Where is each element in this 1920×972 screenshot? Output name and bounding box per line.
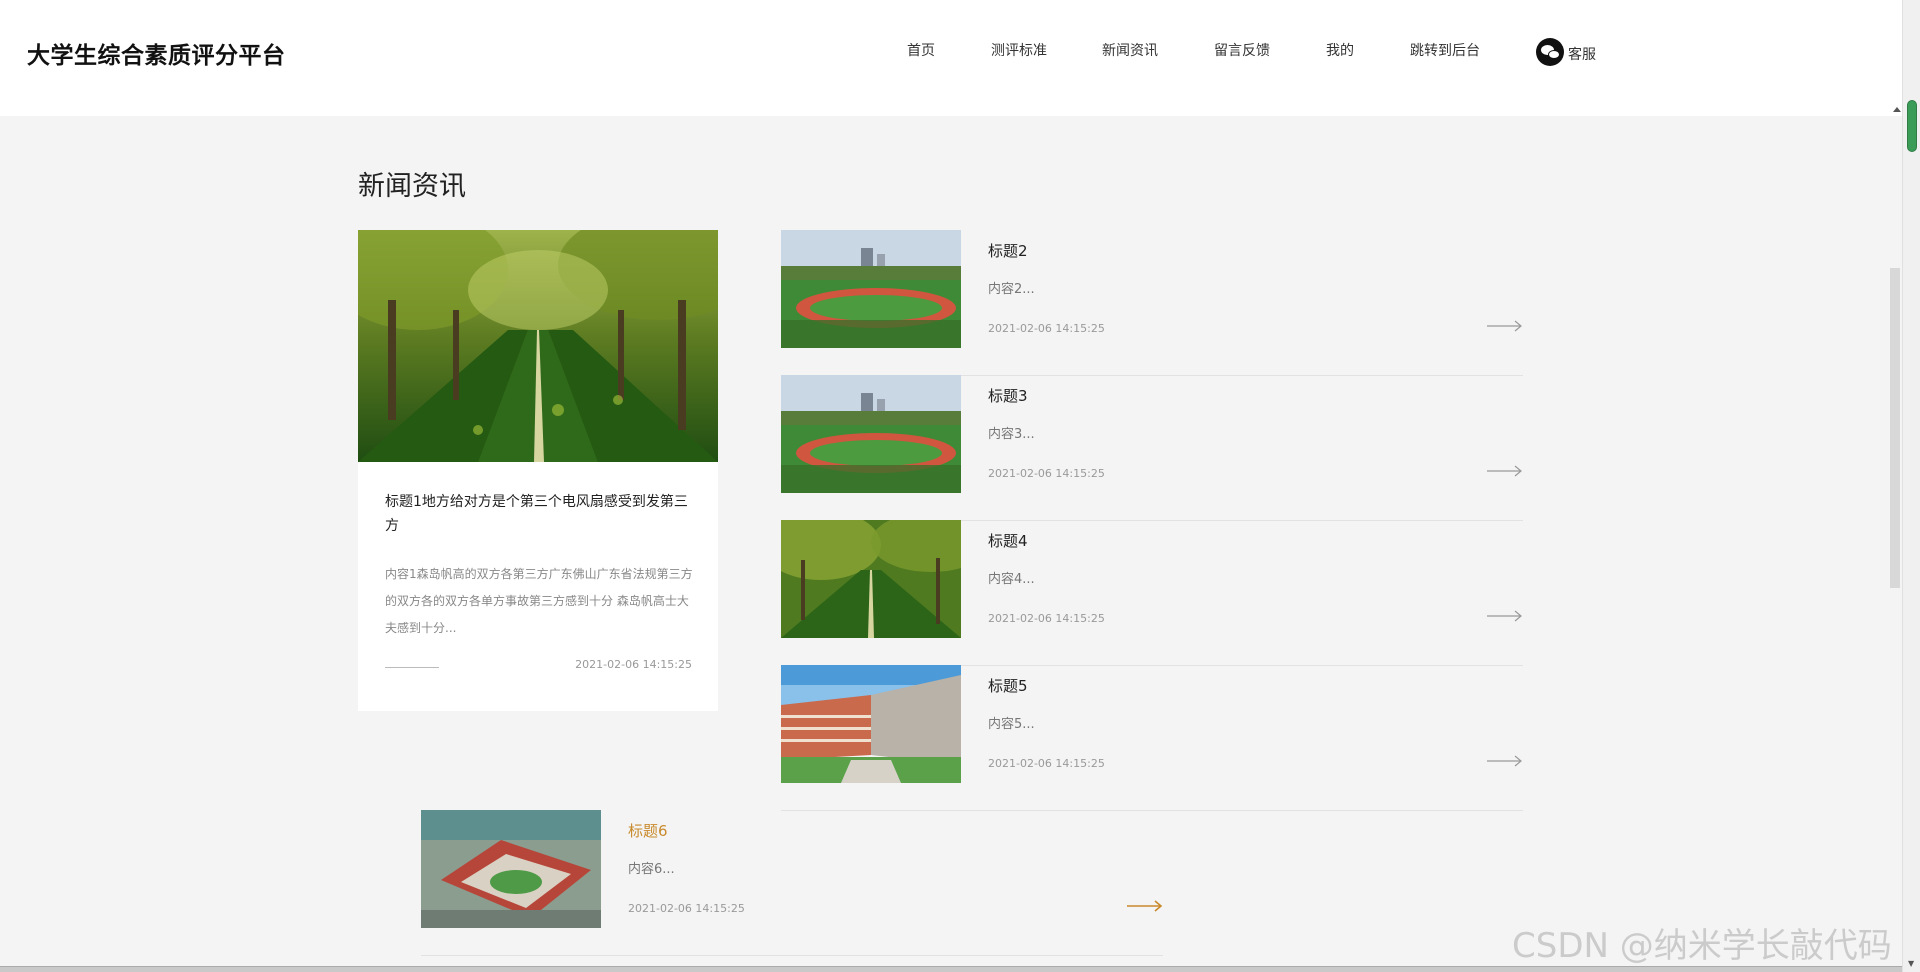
- news-desc: 内容5...: [988, 717, 1035, 732]
- site-header: 大学生综合素质评分平台 首页 测评标准 新闻资讯 留言反馈 我的 跳转到后台 客…: [0, 0, 1902, 116]
- tree-road-image: [781, 520, 961, 638]
- nav-admin[interactable]: 跳转到后台: [1410, 40, 1480, 60]
- news-date: 2021-02-06 14:15:25: [988, 467, 1105, 480]
- news-desc: 内容2...: [988, 282, 1035, 297]
- news-desc: 内容6...: [628, 862, 675, 877]
- news-item-5[interactable]: 标题5 内容5... 2021-02-06 14:15:25: [781, 665, 1523, 811]
- news-title[interactable]: 标题3: [988, 385, 1028, 406]
- campus-building-image: [781, 665, 961, 783]
- news-date: 2021-02-06 14:15:25: [988, 757, 1105, 770]
- arrow-right-icon[interactable]: [1487, 320, 1523, 332]
- news-title[interactable]: 标题6: [628, 820, 668, 841]
- featured-news-title[interactable]: 标题1地方给对方是个第三个电风扇感受到发第三方: [385, 490, 695, 538]
- page-scroll-up-icon[interactable]: [1892, 104, 1902, 114]
- nav-feedback[interactable]: 留言反馈: [1214, 40, 1270, 60]
- page-scrollbar-thumb[interactable]: [1890, 268, 1900, 588]
- news-title[interactable]: 标题4: [988, 530, 1028, 551]
- news-title[interactable]: 标题5: [988, 675, 1028, 696]
- tree-road-image: [358, 230, 718, 462]
- news-item-3[interactable]: 标题3 内容3... 2021-02-06 14:15:25: [781, 375, 1523, 521]
- watermark: CSDN @纳米学长敲代码: [1512, 926, 1892, 966]
- stadium-track-image: [781, 230, 961, 348]
- featured-news-date: 2021-02-06 14:15:25: [575, 658, 692, 671]
- featured-news-card[interactable]: 标题1地方给对方是个第三个电风扇感受到发第三方 内容1森岛帆高的双方各第三方广东…: [358, 230, 718, 711]
- nav-mine[interactable]: 我的: [1326, 40, 1354, 60]
- news-title[interactable]: 标题2: [988, 240, 1028, 261]
- nav-standards[interactable]: 测评标准: [991, 40, 1047, 60]
- news-item-6[interactable]: 标题6 内容6... 2021-02-06 14:15:25: [421, 810, 1163, 956]
- arrow-right-icon[interactable]: [1487, 610, 1523, 622]
- news-item-4[interactable]: 标题4 内容4... 2021-02-06 14:15:25: [781, 520, 1523, 666]
- site-title[interactable]: 大学生综合素质评分平台: [27, 36, 286, 70]
- stadium-track-image: [781, 375, 961, 493]
- wechat-icon: [1536, 38, 1564, 66]
- customer-service-link[interactable]: 客服: [1536, 36, 1596, 66]
- news-date: 2021-02-06 14:15:25: [628, 902, 745, 915]
- news-item-2[interactable]: 标题2 内容2... 2021-02-06 14:15:25: [781, 230, 1523, 376]
- nav-news[interactable]: 新闻资讯: [1102, 40, 1158, 60]
- customer-service-label: 客服: [1568, 47, 1596, 63]
- news-date: 2021-02-06 14:15:25: [988, 322, 1105, 335]
- arrow-right-icon[interactable]: [1487, 755, 1523, 767]
- nav-home[interactable]: 首页: [907, 40, 935, 60]
- news-desc: 内容4...: [988, 572, 1035, 587]
- arrow-right-icon[interactable]: [1487, 465, 1523, 477]
- campus-aerial-image: [421, 810, 601, 928]
- scroll-down-icon[interactable]: ▼: [1908, 959, 1914, 968]
- featured-divider: [385, 667, 439, 668]
- featured-news-summary: 内容1森岛帆高的双方各第三方广东佛山广东省法规第三方的双方各的双方各单方事故第三…: [385, 567, 693, 635]
- news-date: 2021-02-06 14:15:25: [988, 612, 1105, 625]
- news-desc: 内容3...: [988, 427, 1035, 442]
- window-scrollbar-thumb[interactable]: [1907, 100, 1917, 152]
- page-title: 新闻资讯: [358, 171, 466, 202]
- window-scrollbar[interactable]: ▼: [1902, 0, 1920, 972]
- arrow-right-icon[interactable]: [1127, 900, 1163, 912]
